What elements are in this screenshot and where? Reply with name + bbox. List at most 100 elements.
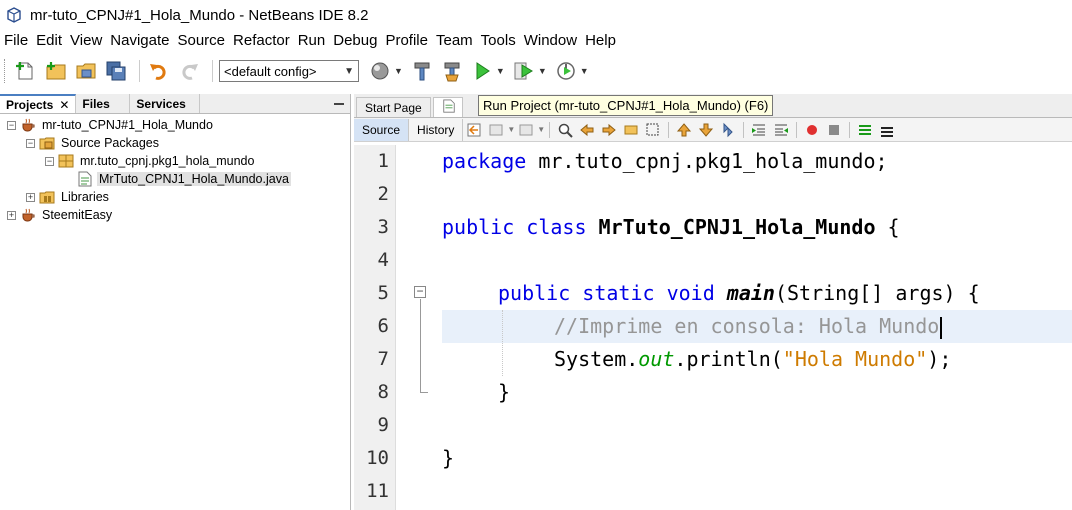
menu-source[interactable]: Source <box>173 30 229 52</box>
library-icon <box>39 189 55 205</box>
undo-icon[interactable] <box>146 58 172 84</box>
menu-run[interactable]: Run <box>294 30 330 52</box>
package-icon <box>58 153 74 169</box>
menu-tools[interactable]: Tools <box>477 30 520 52</box>
run-project-icon[interactable] <box>469 58 495 84</box>
menu-refactor[interactable]: Refactor <box>229 30 294 52</box>
back-icon[interactable] <box>487 121 505 139</box>
menu-help[interactable]: Help <box>581 30 620 52</box>
chevron-down-icon[interactable]: ▼ <box>580 66 589 76</box>
editor-toolbar: Source History ▼ ▼ <box>354 118 1072 142</box>
tab-source[interactable]: Source <box>354 118 410 141</box>
new-file-icon[interactable] <box>13 58 39 84</box>
menu-window[interactable]: Window <box>520 30 581 52</box>
coffee-cup-icon <box>20 117 36 133</box>
editor-toolbar-separator <box>743 121 745 138</box>
tree-item-java-file[interactable]: MrTuto_CPNJ1_Hola_Mundo.java <box>0 170 350 188</box>
line-number: 9 <box>377 414 389 436</box>
code-lines[interactable]: package mr.tuto_cpnj.pkg1_hola_mundo; pu… <box>442 145 1072 510</box>
menu-team[interactable]: Team <box>432 30 477 52</box>
toggle-highlight-icon[interactable] <box>622 121 640 139</box>
menu-debug[interactable]: Debug <box>329 30 381 52</box>
code-text: ); <box>927 347 952 371</box>
code-text: mr.tuto_cpnj.pkg1_hola_mundo; <box>526 149 888 173</box>
code-string: "Hola Mundo" <box>782 347 928 371</box>
code-keyword: public class <box>442 215 587 239</box>
find-previous-icon[interactable] <box>578 121 596 139</box>
code-line-6: //Imprime en consola: Hola Mundo <box>554 310 943 343</box>
rectangular-select-icon[interactable] <box>644 121 662 139</box>
menu-file[interactable]: File <box>0 30 32 52</box>
menu-view[interactable]: View <box>66 30 106 52</box>
clean-build-icon[interactable] <box>439 58 465 84</box>
java-file-icon <box>77 171 93 187</box>
menu-navigate[interactable]: Navigate <box>106 30 173 52</box>
chevron-down-icon[interactable]: ▼ <box>496 66 505 76</box>
panel-tabs: Projects ✕ Files Services <box>0 94 350 114</box>
tab-files[interactable]: Files <box>76 94 131 113</box>
tree-item-label: SteemitEasy <box>42 208 113 222</box>
minimize-icon[interactable] <box>334 102 344 105</box>
toggle-bookmark-icon[interactable] <box>719 121 737 139</box>
chevron-down-icon[interactable]: ▼ <box>394 66 403 76</box>
fold-collapse-icon[interactable]: − <box>414 285 426 298</box>
find-icon[interactable] <box>556 121 574 139</box>
redo-icon[interactable] <box>176 58 202 84</box>
tab-projects[interactable]: Projects ✕ <box>0 94 77 113</box>
fold-end-mark <box>420 392 428 393</box>
code-editor: Start Page Run Project (mr-tuto_CPNJ#1_H… <box>354 94 1072 510</box>
chevron-down-icon[interactable]: ▼ <box>507 125 515 134</box>
tree-item-steemiteasy[interactable]: + SteemitEasy <box>0 206 350 224</box>
tree-item-source-packages[interactable]: − Source Packages <box>0 134 350 152</box>
run-project-tooltip: Run Project (mr-tuto_CPNJ#1_Hola_Mundo) … <box>478 95 774 116</box>
close-icon[interactable]: ✕ <box>59 98 69 112</box>
chevron-down-icon[interactable]: ▼ <box>538 66 547 76</box>
build-hammer-icon[interactable] <box>409 58 435 84</box>
code-area[interactable]: 1 2 3 4 5 6 7 8 9 10 11 − package mr.tut… <box>354 145 1072 510</box>
tab-start-page[interactable]: Start Page <box>356 97 431 117</box>
expand-icon[interactable]: + <box>26 192 35 202</box>
editor-toolbar-separator <box>849 121 851 138</box>
web-browser-icon[interactable] <box>367 58 393 84</box>
record-macro-icon[interactable] <box>803 121 821 139</box>
collapse-icon[interactable]: − <box>26 138 35 148</box>
tree-item-libraries[interactable]: + Libraries <box>0 188 350 206</box>
tab-services[interactable]: Services <box>130 94 201 113</box>
tree-item-project[interactable]: − mr-tuto_CPNJ#1_Hola_Mundo <box>0 116 350 134</box>
shift-right-icon[interactable] <box>772 121 790 139</box>
collapse-icon[interactable]: − <box>45 156 54 166</box>
tab-services-label: Services <box>136 96 186 111</box>
prev-bookmark-icon[interactable] <box>675 121 693 139</box>
toolbar-grip[interactable] <box>4 59 7 83</box>
find-next-icon[interactable] <box>600 121 618 139</box>
last-edit-icon[interactable] <box>465 121 483 139</box>
open-project-icon[interactable] <box>73 58 99 84</box>
forward-icon[interactable] <box>517 121 535 139</box>
main-toolbar: <default config> ▼ ▼ ▼ ▼ ▼ <box>0 53 1072 89</box>
config-select[interactable]: <default config> ▼ <box>219 60 359 82</box>
tree-item-label: mr.tuto_cpnj.pkg1_hola_mundo <box>80 154 255 168</box>
shift-left-icon[interactable] <box>750 121 768 139</box>
tree-item-label: Libraries <box>61 190 109 204</box>
source-folder-icon <box>39 135 55 151</box>
comment-icon[interactable] <box>856 121 874 139</box>
code-text: .println( <box>674 347 783 371</box>
menu-profile[interactable]: Profile <box>381 30 432 52</box>
profile-project-icon[interactable] <box>553 58 579 84</box>
next-bookmark-icon[interactable] <box>697 121 715 139</box>
line-number: 1 <box>377 150 389 172</box>
tab-java-file[interactable] <box>432 97 463 117</box>
tree-item-package[interactable]: − mr.tuto_cpnj.pkg1_hola_mundo <box>0 152 350 170</box>
tab-history[interactable]: History <box>409 118 464 141</box>
line-number: 6 <box>377 315 389 337</box>
new-project-icon[interactable] <box>43 58 69 84</box>
uncomment-icon[interactable] <box>878 121 896 139</box>
collapse-icon[interactable]: − <box>7 120 16 130</box>
stop-macro-icon[interactable] <box>825 121 843 139</box>
chevron-down-icon[interactable]: ▼ <box>537 125 545 134</box>
debug-project-icon[interactable] <box>511 58 537 84</box>
indent-guide <box>502 310 503 376</box>
menu-edit[interactable]: Edit <box>32 30 66 52</box>
expand-icon[interactable]: + <box>7 210 16 220</box>
save-all-icon[interactable] <box>103 58 129 84</box>
